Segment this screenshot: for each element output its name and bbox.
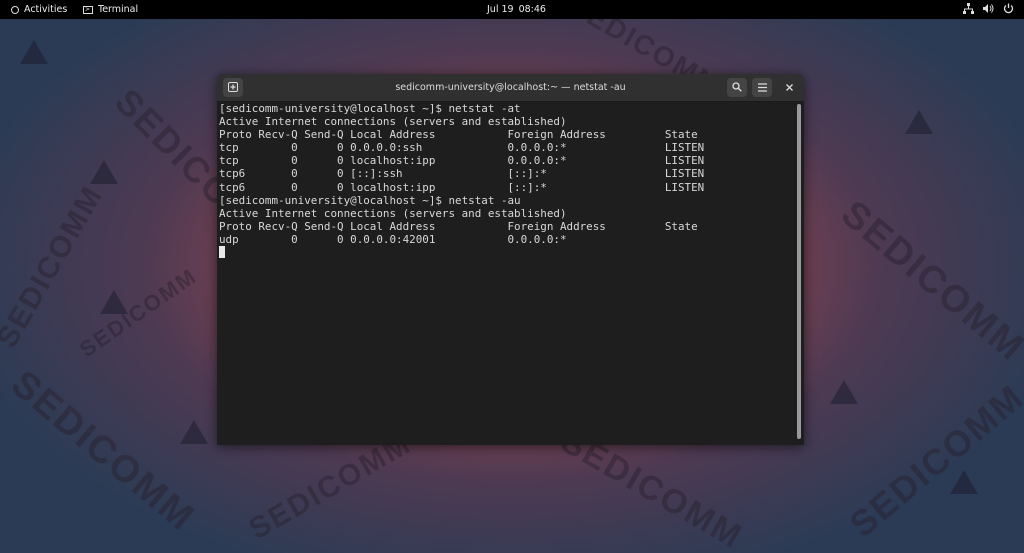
header-bar[interactable]: sedicomm-university@localhost:~ — netsta… xyxy=(217,74,804,102)
search-button[interactable] xyxy=(727,78,747,97)
activities-button[interactable]: Activities xyxy=(11,0,67,19)
terminal-line: Active Internet connections (servers and… xyxy=(219,206,567,220)
terminal-output[interactable]: [sedicomm-university@localhost ~]$ netst… xyxy=(219,101,797,445)
clock[interactable]: Jul 19 08:46 xyxy=(487,0,546,19)
close-icon xyxy=(786,84,793,91)
terminal-line: Proto Recv-Q Send-Q Local Address Foreig… xyxy=(219,219,698,233)
activities-icon xyxy=(11,5,19,14)
logo-triangle xyxy=(180,420,208,444)
logo-triangle xyxy=(20,40,48,64)
close-button[interactable] xyxy=(782,80,797,95)
top-bar: Activities > Terminal Jul 19 08:46 xyxy=(0,0,1024,19)
activities-label: Activities xyxy=(24,4,68,15)
terminal-window: sedicomm-university@localhost:~ — netsta… xyxy=(217,74,804,445)
clock-date: Jul 19 xyxy=(487,4,514,15)
logo-triangle xyxy=(90,160,118,184)
volume-icon xyxy=(983,4,994,13)
terminal-line: Active Internet connections (servers and… xyxy=(219,115,567,129)
logo-triangle xyxy=(830,380,858,404)
watermark: SEDICOMM xyxy=(243,427,417,547)
watermark: SEDICOMM xyxy=(3,362,203,540)
terminal-line: [sedicomm-university@localhost ~]$ netst… xyxy=(219,102,521,115)
terminal-line: tcp6 0 0 [::]:ssh [::]:* LISTEN xyxy=(219,167,705,181)
watermark: SEDICOMM xyxy=(74,263,202,363)
logo-triangle xyxy=(100,290,128,314)
power-icon xyxy=(1003,3,1014,14)
app-name: Terminal xyxy=(98,4,139,15)
text-cursor xyxy=(219,246,225,259)
terminal-line: tcp6 0 0 localhost:ipp [::]:* LISTEN xyxy=(219,180,705,194)
terminal-line: udp 0 0 0.0.0.0:42001 0.0.0.0:* xyxy=(219,232,567,246)
search-icon xyxy=(732,82,742,92)
terminal-line: [sedicomm-university@localhost ~]$ netst… xyxy=(219,193,521,207)
terminal-app-icon: > xyxy=(83,5,93,14)
logo-triangle xyxy=(950,470,978,494)
watermark: SEDICOMM xyxy=(841,376,1024,546)
system-tray[interactable] xyxy=(963,3,1014,14)
terminal-line: Proto Recv-Q Send-Q Local Address Foreig… xyxy=(219,128,698,142)
window-title: sedicomm-university@localhost:~ — netsta… xyxy=(395,82,626,93)
clock-time: 08:46 xyxy=(518,4,546,15)
watermark: SEDICOMM xyxy=(833,192,1024,370)
scrollbar[interactable] xyxy=(797,104,801,439)
terminal-line: tcp 0 0 localhost:ipp 0.0.0.0:* LISTEN xyxy=(219,154,705,168)
terminal-line: tcp 0 0 0.0.0.0:ssh 0.0.0.0:* LISTEN xyxy=(219,141,705,155)
menu-icon xyxy=(757,83,767,92)
menu-button[interactable] xyxy=(752,78,772,97)
network-icon xyxy=(963,3,974,14)
logo-triangle xyxy=(905,110,933,134)
app-menu[interactable]: > Terminal xyxy=(83,0,138,19)
prompt-line xyxy=(219,246,797,259)
